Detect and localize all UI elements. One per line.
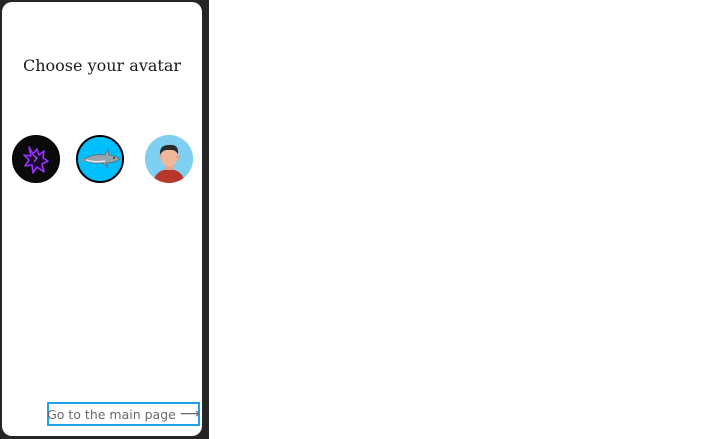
page-title: Choose your avatar bbox=[22, 56, 182, 75]
avatar-option-shark[interactable] bbox=[76, 135, 124, 183]
person-icon bbox=[145, 135, 193, 183]
avatar-option-person[interactable] bbox=[145, 135, 193, 183]
go-button-label: Go to the main page bbox=[47, 406, 176, 422]
wolf-icon bbox=[13, 136, 59, 182]
avatar-option-wolf[interactable] bbox=[12, 135, 60, 183]
avatar-panel: Choose your avatar Go to the main page ⟶ bbox=[2, 2, 202, 436]
shark-icon bbox=[78, 137, 122, 181]
go-to-main-page-button[interactable]: Go to the main page ⟶ bbox=[47, 402, 200, 426]
arrow-right-icon: ⟶ bbox=[179, 406, 200, 422]
